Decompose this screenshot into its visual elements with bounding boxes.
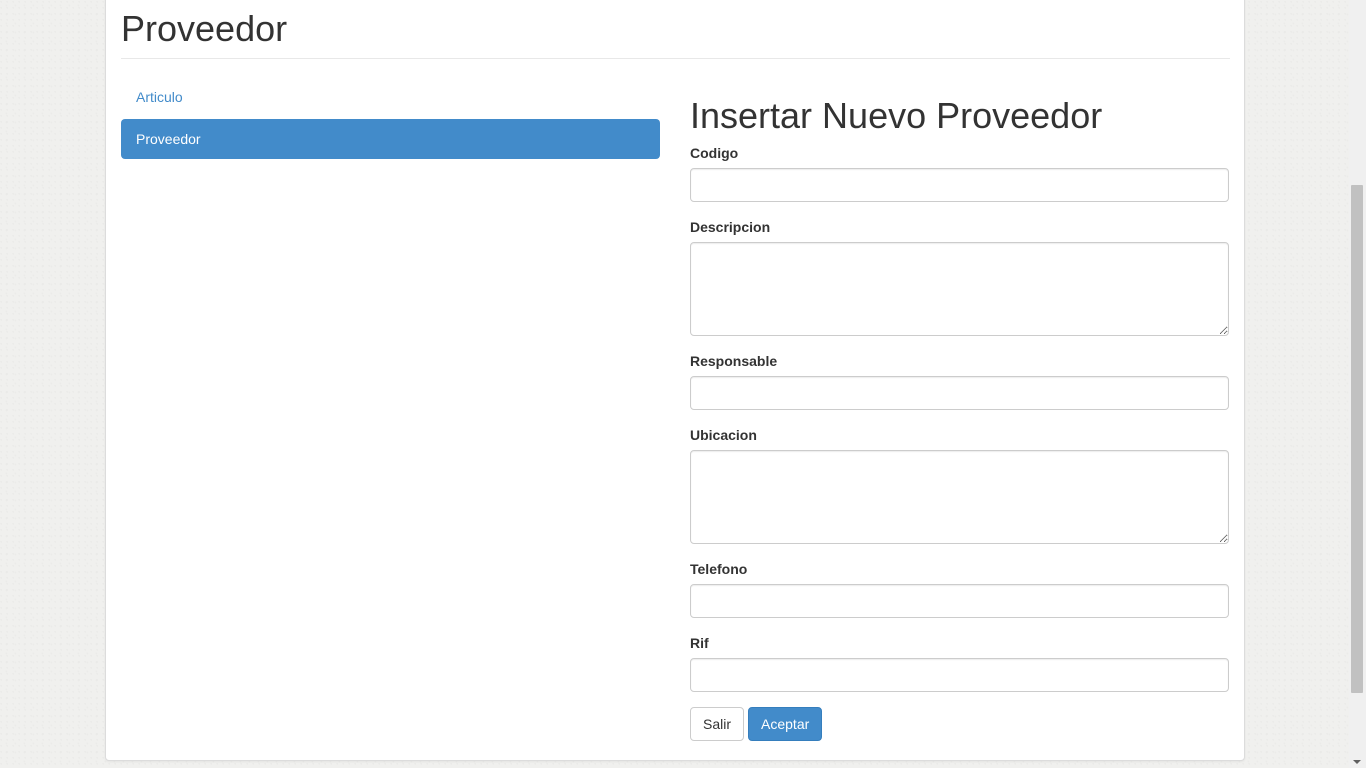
responsable-input[interactable] bbox=[690, 376, 1229, 410]
vertical-scrollbar[interactable] bbox=[1349, 0, 1366, 768]
telefono-group: Telefono bbox=[690, 559, 1230, 618]
chevron-down-icon[interactable] bbox=[1353, 760, 1361, 764]
telefono-input[interactable] bbox=[690, 584, 1229, 618]
form-title: Insertar Nuevo Proveedor bbox=[690, 95, 1103, 136]
page-title: Proveedor bbox=[121, 8, 288, 49]
title-divider bbox=[121, 58, 1230, 59]
descripcion-label: Descripcion bbox=[690, 219, 771, 235]
sidebar-item-proveedor[interactable]: Proveedor bbox=[121, 119, 660, 159]
telefono-label: Telefono bbox=[690, 561, 748, 577]
descripcion-group: Descripcion bbox=[690, 217, 1230, 336]
aceptar-button[interactable]: Aceptar bbox=[748, 707, 823, 741]
insert-provider-form: Insertar Nuevo Proveedor Codigo Descripc… bbox=[690, 95, 1230, 741]
descripcion-textarea[interactable] bbox=[690, 242, 1229, 336]
rif-group: Rif bbox=[690, 633, 1230, 692]
sidebar-nav: Articulo Proveedor bbox=[121, 77, 660, 159]
codigo-input[interactable] bbox=[690, 168, 1229, 202]
ubicacion-group: Ubicacion bbox=[690, 425, 1230, 544]
rif-input[interactable] bbox=[690, 658, 1229, 692]
form-actions: Salir Aceptar bbox=[690, 707, 1230, 741]
main-panel: Proveedor Articulo Proveedor Insertar Nu… bbox=[105, 0, 1245, 761]
codigo-label: Codigo bbox=[690, 145, 739, 161]
ubicacion-textarea[interactable] bbox=[690, 450, 1229, 544]
ubicacion-label: Ubicacion bbox=[690, 427, 757, 443]
salir-button[interactable]: Salir bbox=[690, 707, 745, 741]
sidebar-item-articulo[interactable]: Articulo bbox=[121, 77, 660, 117]
scrollbar-thumb[interactable] bbox=[1351, 185, 1363, 693]
codigo-group: Codigo bbox=[690, 143, 1230, 202]
responsable-group: Responsable bbox=[690, 351, 1230, 410]
responsable-label: Responsable bbox=[690, 353, 778, 369]
rif-label: Rif bbox=[690, 635, 709, 651]
